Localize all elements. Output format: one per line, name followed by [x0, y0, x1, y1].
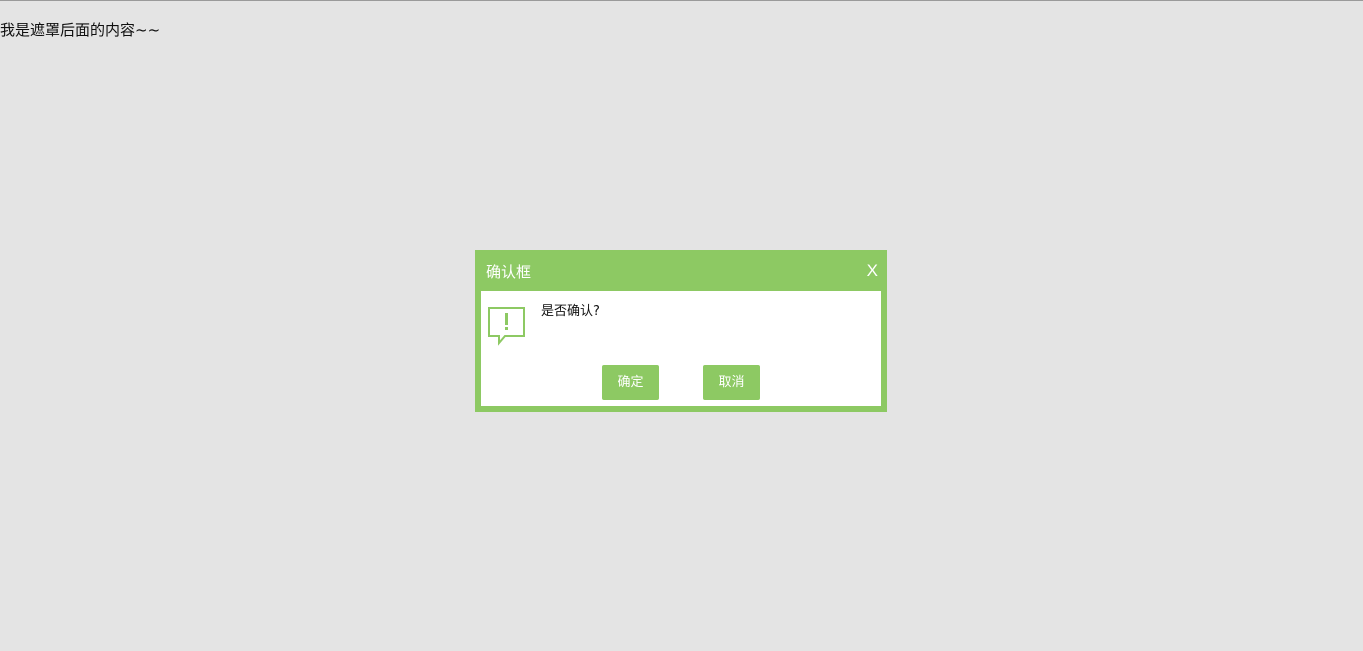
dialog-body: 是否确认? 确定 取消 [481, 291, 881, 406]
cancel-button[interactable]: 取消 [703, 365, 760, 400]
close-button[interactable]: X [867, 261, 878, 281]
confirm-button[interactable]: 确定 [602, 365, 659, 400]
dialog-message: 是否确认? [541, 304, 600, 319]
alert-speech-bubble-icon [487, 306, 527, 348]
dialog-title: 确认框 [486, 263, 532, 281]
confirm-dialog: 确认框 X 是否确认? 确定 取消 [475, 250, 887, 412]
